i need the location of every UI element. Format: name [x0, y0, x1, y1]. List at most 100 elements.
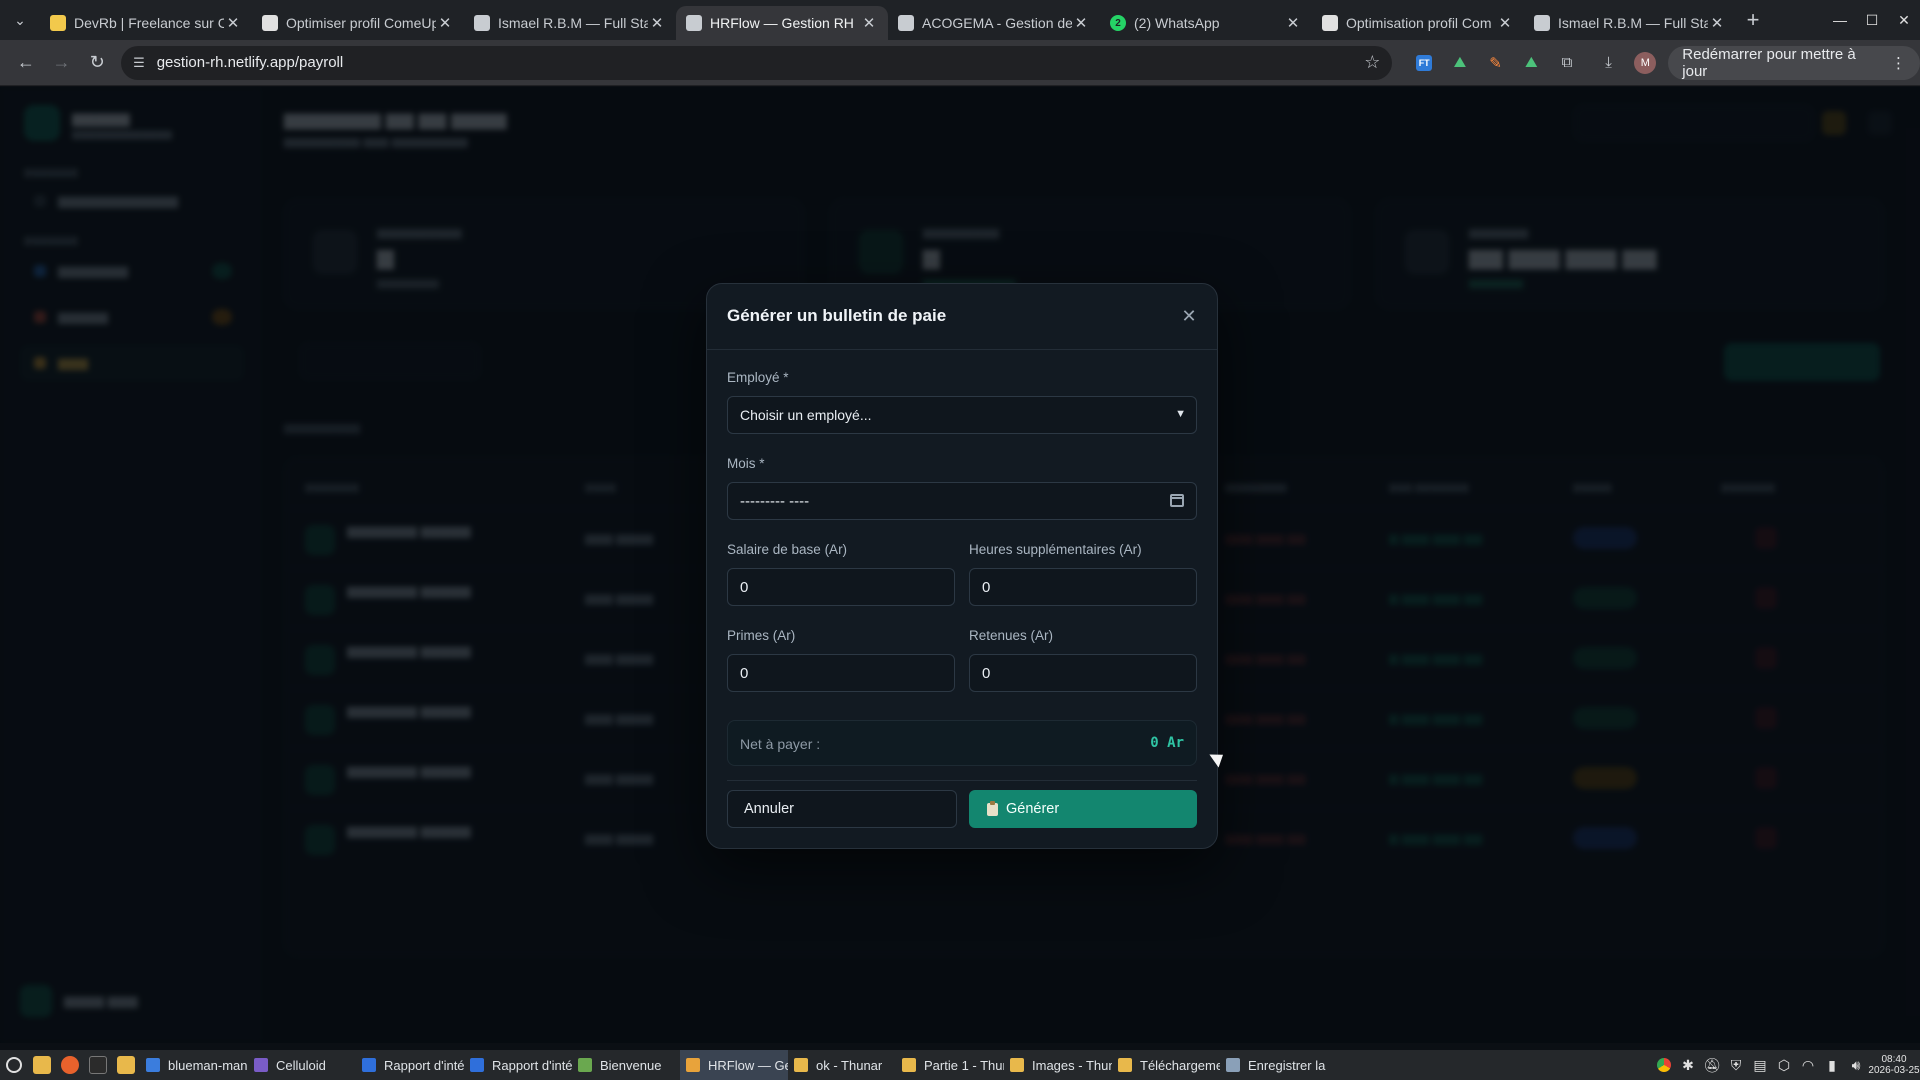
file-manager-icon[interactable]: [28, 1050, 56, 1080]
bookmark-star-icon[interactable]: ☆: [1364, 52, 1380, 73]
browser-tab-6[interactable]: Optimisation profil Com ✕: [1312, 6, 1524, 40]
cancel-button-label: Annuler: [744, 801, 794, 817]
generate-button[interactable]: Générer: [969, 790, 1197, 828]
employee-label: Employé *: [727, 370, 789, 385]
taskbar-item-0[interactable]: blueman-mana...: [140, 1050, 248, 1080]
profile-avatar[interactable]: M: [1634, 51, 1657, 74]
browser-tab-1[interactable]: Optimiser profil ComeUp ✕: [252, 6, 464, 40]
firefox-icon[interactable]: [56, 1050, 84, 1080]
bonus-input[interactable]: 0: [727, 654, 955, 692]
app-icon: [578, 1058, 592, 1072]
taskbar-item-label: HRFlow — Gest...: [708, 1057, 788, 1073]
base-salary-input[interactable]: 0: [727, 568, 955, 606]
cancel-button[interactable]: Annuler: [727, 790, 957, 828]
modal-close-icon[interactable]: ✕: [1175, 302, 1203, 330]
battery-icon[interactable]: ▮: [1820, 1050, 1844, 1080]
devrb-icon: [50, 15, 66, 31]
browser-tab-5[interactable]: 2 (2) WhatsApp ✕: [1100, 6, 1312, 40]
start-menu-icon[interactable]: [0, 1050, 28, 1080]
browser-tab-0[interactable]: DevRb | Freelance sur Co ✕: [40, 6, 252, 40]
close-tab-icon[interactable]: ✕: [1708, 14, 1726, 32]
tab-search-chevron-icon[interactable]: ⌄: [0, 0, 40, 40]
net-pay-value: 0 Ar: [1150, 735, 1184, 751]
extensions-puzzle-icon[interactable]: ⧉: [1549, 45, 1585, 81]
browser-tab-7[interactable]: Ismael R.B.M — Full Stac ✕: [1524, 6, 1736, 40]
extension-pen-icon[interactable]: ✎: [1478, 45, 1514, 81]
security-shield-icon[interactable]: ⛨: [1724, 1050, 1748, 1080]
app-icon: [1226, 1058, 1240, 1072]
taskbar-item-2[interactable]: Rapport d'inté...: [356, 1050, 464, 1080]
taskbar-item-label: Bienvenue: [600, 1057, 662, 1073]
reload-icon[interactable]: ↻: [79, 45, 115, 81]
updates-icon[interactable]: ⬡: [1772, 1050, 1796, 1080]
taskbar-item-8[interactable]: Images - Thunar: [1004, 1050, 1112, 1080]
globe-icon: [898, 15, 914, 31]
browser-tab-bar: ⌄ DevRb | Freelance sur Co ✕ Optimiser pro…: [0, 0, 1920, 40]
address-bar[interactable]: ☰ gestion-rh.netlify.app/payroll ☆: [121, 45, 1393, 80]
extension-mountain-2-icon[interactable]: ⛰: [1513, 45, 1549, 81]
restart-update-label: Redémarrer pour mettre à jour: [1682, 45, 1856, 80]
tab-strip: DevRb | Freelance sur Co ✕ Optimiser profi…: [40, 0, 1736, 40]
taskbar-item-10[interactable]: Enregistrer la c...: [1220, 1050, 1328, 1080]
site-info-icon[interactable]: ☰: [133, 55, 145, 71]
browser-tab-title: ACOGEMA - Gestion de l: [922, 15, 1072, 31]
generate-button-label: Générer: [1006, 801, 1060, 817]
browser-tab-title: HRFlow — Gestion RH: [710, 15, 854, 31]
browser-tab-3[interactable]: HRFlow — Gestion RH ✕: [676, 6, 888, 40]
new-tab-plus-icon[interactable]: +: [1736, 7, 1770, 33]
taskbar-item-3[interactable]: Rapport d'inté...: [464, 1050, 572, 1080]
taskbar-item-6[interactable]: ok - Thunar: [788, 1050, 896, 1080]
taskbar-item-label: ok - Thunar: [816, 1057, 883, 1073]
taskbar-item-5[interactable]: HRFlow — Gest...: [680, 1050, 788, 1080]
close-window-icon[interactable]: ✕: [1888, 0, 1920, 40]
volume-icon[interactable]: 🔊︎: [1844, 1050, 1868, 1080]
close-tab-icon[interactable]: ✕: [1072, 14, 1090, 32]
bluetooth-icon[interactable]: ✱: [1676, 1050, 1700, 1080]
back-arrow-icon[interactable]: ←: [8, 45, 44, 81]
base-salary-label: Salaire de base (Ar): [727, 542, 848, 557]
overtime-value: 0: [982, 578, 991, 596]
forward-arrow-icon[interactable]: →: [44, 45, 80, 81]
taskbar-item-4[interactable]: Bienvenue: [572, 1050, 680, 1080]
maximize-window-icon[interactable]: ☐: [1856, 0, 1888, 40]
taskbar-item-9[interactable]: Téléchargemen...: [1112, 1050, 1220, 1080]
app-icon: [470, 1058, 484, 1072]
taskbar-item-7[interactable]: Partie 1 - Thunar: [896, 1050, 1004, 1080]
close-tab-icon[interactable]: ✕: [1284, 14, 1302, 32]
month-label: Mois *: [727, 456, 765, 471]
taskbar-item-label: Images - Thunar: [1032, 1057, 1112, 1073]
extension-ft-icon[interactable]: FT: [1406, 45, 1442, 81]
taskbar-item-1[interactable]: Celluloid: [248, 1050, 356, 1080]
calendar-icon[interactable]: [1170, 494, 1184, 507]
clock[interactable]: 08:40 2026-03-25: [1868, 1054, 1920, 1076]
browser-tab-2[interactable]: Ismael R.B.M — Full Stac ✕: [464, 6, 676, 40]
browser-tab-title: Optimiser profil ComeUp: [286, 15, 436, 31]
taskbar-item-label: blueman-mana...: [168, 1057, 248, 1073]
address-url[interactable]: gestion-rh.netlify.app/payroll: [157, 54, 1364, 71]
deductions-input[interactable]: 0: [969, 654, 1197, 692]
notifications-off-icon[interactable]: 🔕︎: [1700, 1050, 1724, 1080]
close-tab-icon[interactable]: ✕: [860, 14, 878, 32]
clock-time: 08:40: [1881, 1054, 1907, 1065]
globe-icon: [1534, 15, 1550, 31]
close-tab-icon[interactable]: ✕: [224, 14, 242, 32]
overtime-input[interactable]: 0: [969, 568, 1197, 606]
net-pay-box: Net à payer : 0 Ar: [727, 720, 1197, 766]
terminal-icon[interactable]: [84, 1050, 112, 1080]
download-icon[interactable]: ⤓: [1591, 45, 1627, 81]
wifi-icon[interactable]: ◠: [1796, 1050, 1820, 1080]
extension-mountain-icon[interactable]: ⛰: [1442, 45, 1478, 81]
chrome-tray-icon[interactable]: [1652, 1050, 1676, 1080]
taskbar-item-label: Enregistrer la c...: [1248, 1057, 1328, 1073]
taskbar-item-label: Rapport d'inté...: [384, 1057, 464, 1073]
browser-tab-4[interactable]: ACOGEMA - Gestion de l ✕: [888, 6, 1100, 40]
folder-icon[interactable]: [112, 1050, 140, 1080]
clipboard-tray-icon[interactable]: ▤: [1748, 1050, 1772, 1080]
close-tab-icon[interactable]: ✕: [436, 14, 454, 32]
month-input[interactable]: --------- ----: [727, 482, 1197, 520]
restart-update-button[interactable]: Redémarrer pour mettre à jour ⋮: [1668, 45, 1920, 80]
minimize-window-icon[interactable]: —: [1824, 0, 1856, 40]
employee-select[interactable]: Choisir un employé... ▼: [727, 396, 1197, 434]
close-tab-icon[interactable]: ✕: [648, 14, 666, 32]
close-tab-icon[interactable]: ✕: [1496, 14, 1514, 32]
